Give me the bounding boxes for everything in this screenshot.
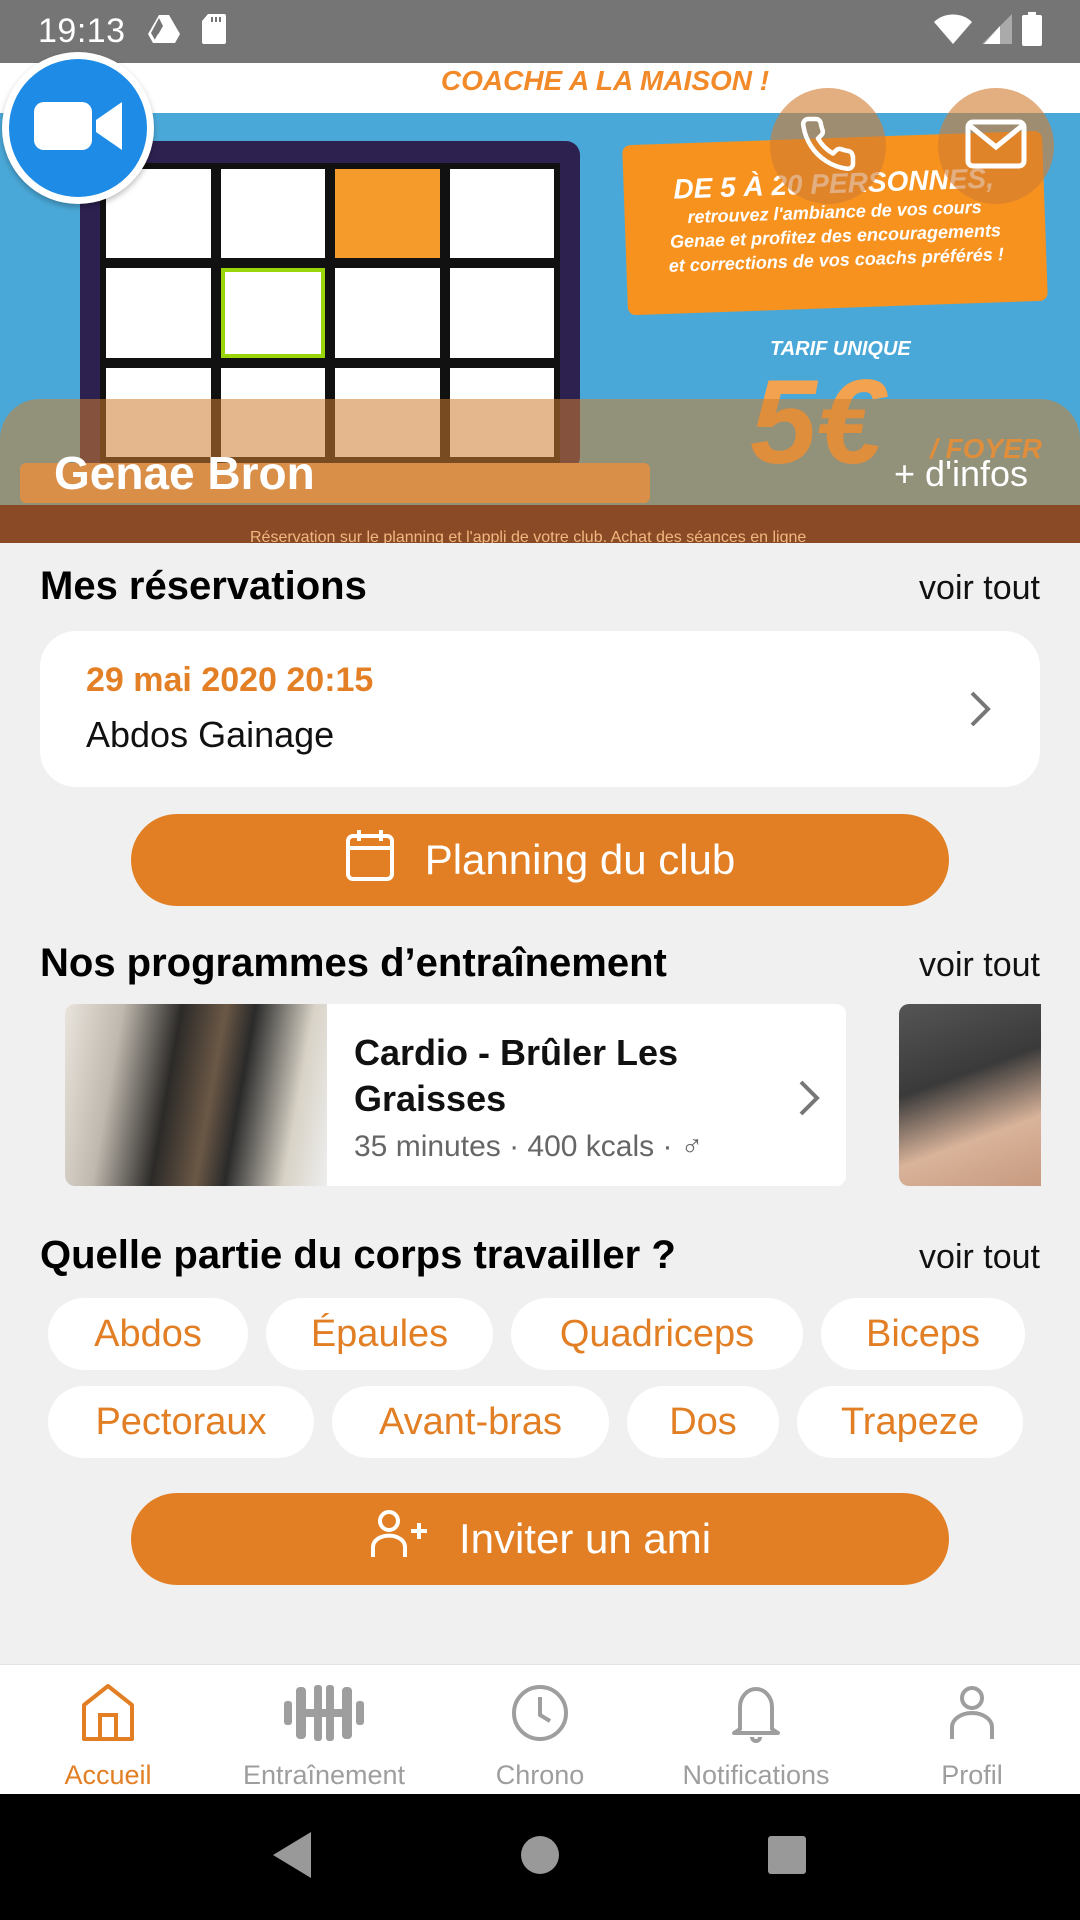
more-info-link[interactable]: + d'infos [894,453,1028,495]
mail-icon [965,119,1027,174]
add-user-icon [369,1509,429,1569]
chip-biceps[interactable]: Biceps [821,1298,1025,1370]
chip-dos[interactable]: Dos [627,1386,779,1458]
wifi-icon [934,14,972,49]
tab-accueil[interactable]: Accueil [0,1665,216,1794]
call-button[interactable] [770,88,886,204]
chip-pectoraux[interactable]: Pectoraux [48,1386,314,1458]
invite-friend-button[interactable]: Inviter un ami [131,1493,949,1585]
see-all-body-parts-link[interactable]: voir tout [919,1238,1040,1277]
club-banner[interactable]: COACHE A LA MAISON ! DE 5 À 20 PERSONNES… [0,63,1080,543]
banner-headline: COACHE A LA MAISON ! [440,65,770,96]
recents-icon[interactable] [767,1835,807,1880]
home-icon [80,1683,136,1750]
tab-chrono[interactable]: Chrono [432,1665,648,1794]
calendar-icon [345,828,395,892]
banner-strip-text: Réservation sur le planning et l'appli d… [0,505,1080,543]
invite-button-label: Inviter un ami [458,1515,712,1562]
reservation-card[interactable]: 29 mai 2020 20:15 Abdos Gainage [40,631,1040,787]
back-icon[interactable] [273,1831,313,1883]
tab-notifications[interactable]: Notifications [648,1665,864,1794]
chip-quadriceps[interactable]: Quadriceps [511,1298,803,1370]
programs-header: Nos programmes d’entraînement voir tout [40,941,1040,986]
signal-icon [982,14,1012,49]
phone-icon [798,114,858,179]
see-all-reservations-link[interactable]: voir tout [919,569,1040,608]
section-title: Quelle partie du corps travailler ? [40,1233,676,1277]
chevron-right-icon [968,689,992,734]
status-bar: 19:13 [0,0,1080,63]
chip-abdos[interactable]: Abdos [48,1298,248,1370]
sd-card-icon [201,14,226,49]
home-circle-icon[interactable] [520,1835,560,1880]
see-all-programs-link[interactable]: voir tout [919,946,1040,985]
dumbbell-icon [284,1683,364,1750]
planning-button[interactable]: Planning du club [131,814,949,906]
reservation-name: Abdos Gainage [86,714,335,755]
chip-avant-bras[interactable]: Avant-bras [332,1386,609,1458]
system-nav-bar [0,1794,1080,1920]
program-image [65,1004,327,1186]
video-camera-icon [34,98,122,159]
club-name: Genae Bron [54,447,315,499]
email-button[interactable] [938,88,1054,204]
body-parts-header: Quelle partie du corps travailler ? voir… [40,1233,1040,1278]
body-part-chips: Abdos Épaules Quadriceps Biceps Pectorau… [48,1298,1038,1458]
chip-trapeze[interactable]: Trapeze [797,1386,1023,1458]
drive-icon [147,15,180,48]
tab-entrainement[interactable]: Entraînement [216,1665,432,1794]
tab-profil[interactable]: Profil [864,1665,1080,1794]
battery-icon [1022,12,1042,51]
bell-icon [728,1683,784,1750]
section-title: Mes réservations [40,564,367,608]
chip-epaules[interactable]: Épaules [266,1298,493,1370]
clock-icon [510,1683,570,1750]
chevron-right-icon [797,1078,821,1123]
user-icon [944,1683,1000,1750]
program-card-next[interactable] [899,1004,1041,1186]
program-card[interactable]: Cardio - Brûler Les Graisses 35 minutes … [65,1004,846,1186]
bottom-tab-bar: Accueil Entraînement Chrono Notification… [0,1664,1080,1794]
video-call-button[interactable] [2,52,154,204]
status-time: 19:13 [38,12,126,50]
program-title: Cardio - Brûler Les Graisses [354,1032,679,1119]
planning-button-label: Planning du club [424,836,736,883]
reservations-header: Mes réservations voir tout [40,564,1040,609]
reservation-date: 29 mai 2020 20:15 [86,661,374,699]
program-meta: 35 minutes · 400 kcals · ♂ [354,1130,704,1163]
section-title: Nos programmes d’entraînement [40,941,667,985]
